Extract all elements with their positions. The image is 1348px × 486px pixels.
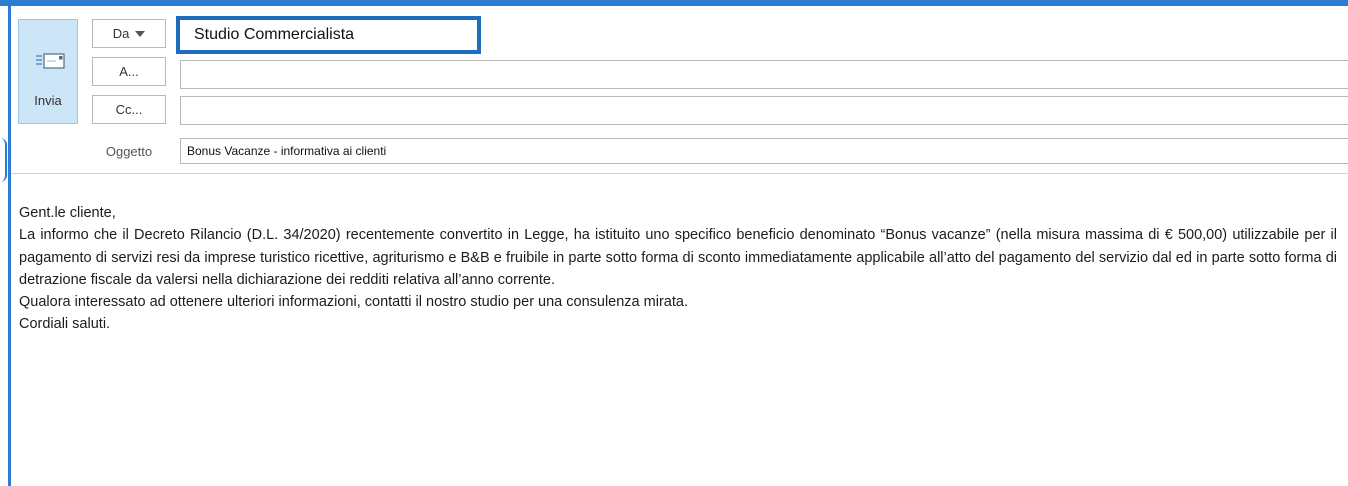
- message-body[interactable]: Gent.le cliente, La informo che il Decre…: [19, 202, 1337, 336]
- subject-label: Oggetto: [105, 143, 153, 159]
- from-button-label: Da: [112, 26, 130, 41]
- closing: Cordiali saluti.: [19, 316, 111, 333]
- send-button[interactable]: Invia: [18, 19, 78, 124]
- cc-button[interactable]: Cc...: [92, 95, 166, 124]
- from-field[interactable]: Studio Commercialista: [176, 16, 481, 54]
- to-button-label: A...: [119, 64, 139, 79]
- left-edge-decoration: [0, 138, 7, 182]
- send-label: Invia: [34, 93, 62, 108]
- cc-button-label: Cc...: [115, 102, 143, 117]
- from-value: Studio Commercialista: [194, 26, 355, 43]
- greeting: Gent.le cliente,: [19, 205, 116, 221]
- from-button[interactable]: Da: [92, 19, 166, 48]
- window-left-border: [8, 6, 11, 486]
- cc-field[interactable]: [180, 96, 1348, 125]
- window-top-border: [0, 0, 1348, 6]
- followup-paragraph: Qualora interessato ad ottenere ulterior…: [19, 294, 688, 311]
- caret-down-icon: [135, 30, 146, 37]
- subject-field[interactable]: Bonus Vacanze - informativa ai clienti: [180, 138, 1348, 164]
- main-paragraph: La informo che il Decreto Rilancio (D.L.…: [19, 227, 1337, 288]
- to-field[interactable]: [180, 60, 1348, 89]
- header-divider: [11, 173, 1348, 174]
- to-button[interactable]: A...: [92, 57, 166, 86]
- subject-value: Bonus Vacanze - informativa ai clienti: [187, 144, 387, 158]
- envelope-send-icon: [36, 53, 65, 69]
